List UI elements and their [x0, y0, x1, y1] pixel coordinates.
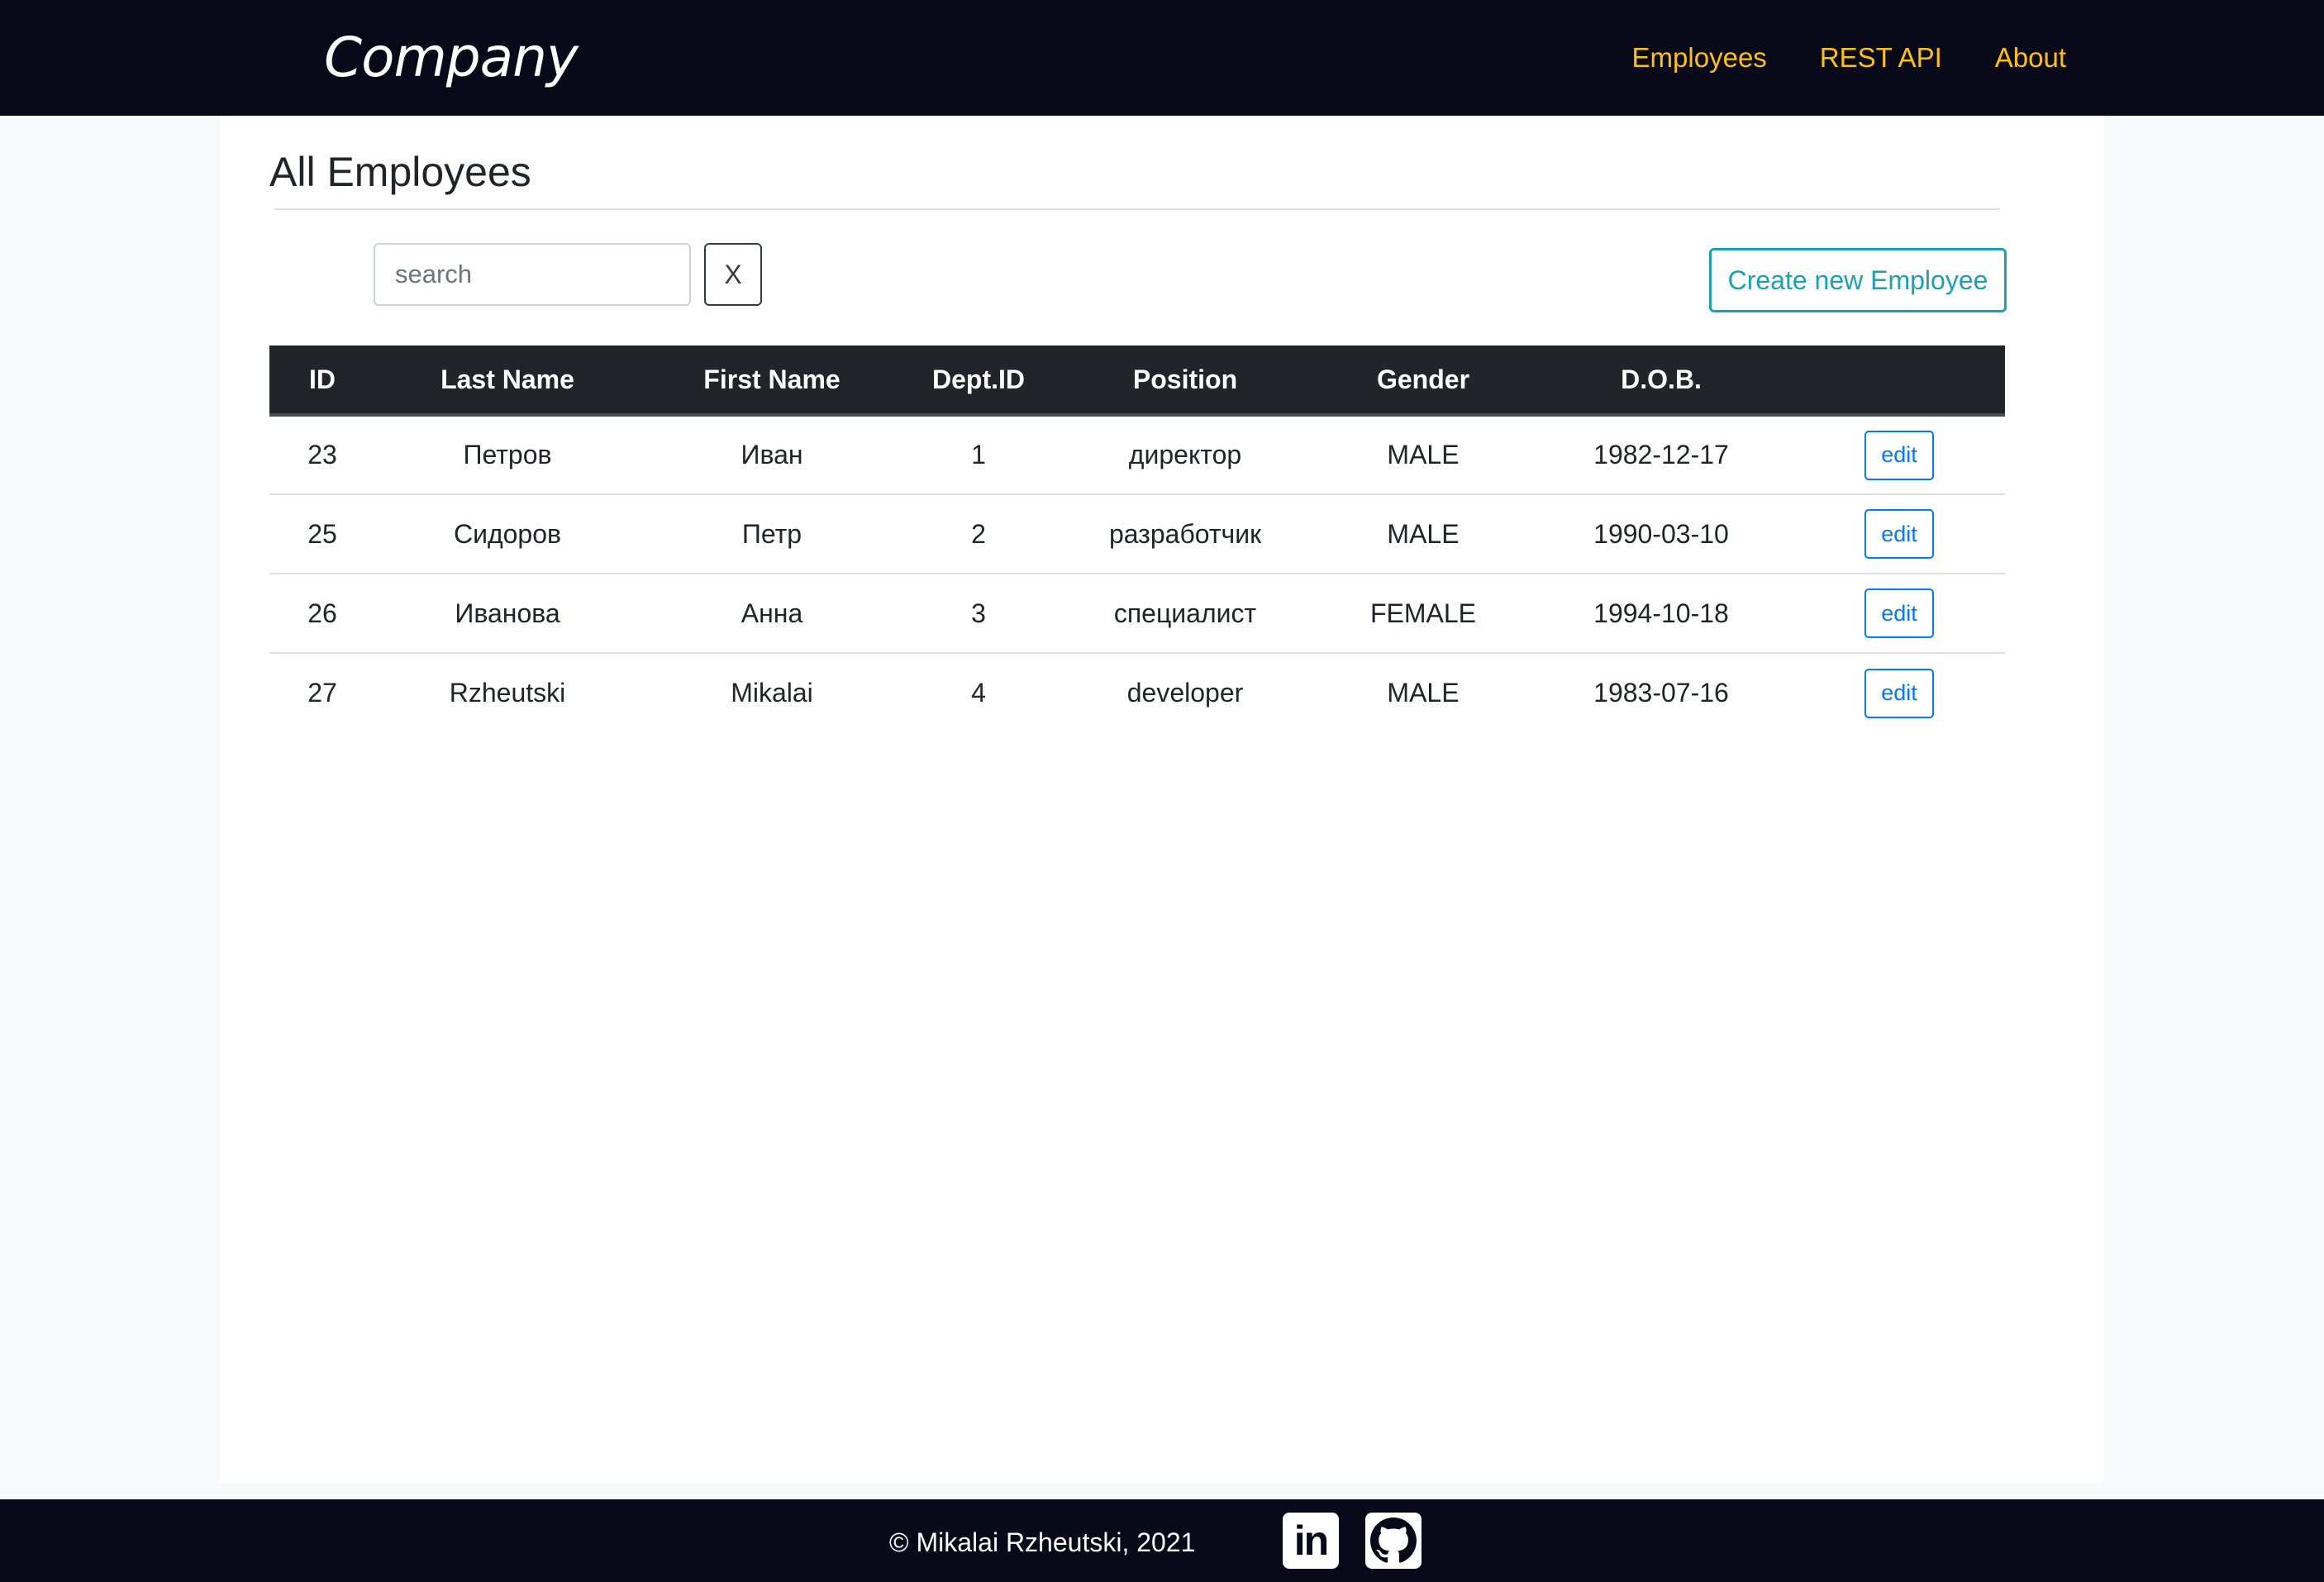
cell-position: разработчик: [1053, 494, 1317, 574]
cell-actions: edit: [1793, 494, 2005, 574]
cell-actions: edit: [1793, 574, 2005, 654]
edit-button[interactable]: edit: [1864, 668, 1934, 718]
table-row: 27 Rzheutski Mikalai 4 developer MALE 19…: [269, 653, 2005, 732]
cell-first-name: Mikalai: [731, 678, 813, 708]
title-divider: [274, 208, 2000, 210]
cell-first-name: Петр: [640, 494, 904, 574]
column-header-gender[interactable]: Gender: [1317, 345, 1529, 417]
cell-last-name: Иванова: [375, 574, 640, 654]
cell-last-name: Rzheutski: [449, 678, 566, 708]
cell-position: директор: [1053, 415, 1317, 495]
linkedin-icon[interactable]: in: [1283, 1513, 1339, 1569]
cell-id: 23: [269, 415, 375, 495]
linkedin-glyph: in: [1293, 1518, 1329, 1564]
cell-id: 27: [307, 678, 337, 708]
column-header-position[interactable]: Position: [1053, 345, 1317, 417]
brand-logo[interactable]: Company: [324, 25, 579, 91]
column-header-last-name[interactable]: Last Name: [375, 345, 640, 417]
column-header-first-name[interactable]: First Name: [640, 345, 904, 417]
page-footer: © Mikalai Rzheutski, 2021 in: [0, 1499, 2324, 1582]
cell-dept-id: 4: [971, 678, 986, 708]
column-header-dob[interactable]: D.O.B.: [1529, 345, 1793, 417]
column-header-id[interactable]: ID: [269, 345, 375, 417]
column-header-actions: [1793, 345, 2005, 417]
table-header-row: ID Last Name First Name Dept.ID Position…: [269, 345, 2005, 417]
github-glyph: [1370, 1518, 1417, 1563]
cell-dob: 1990-03-10: [1529, 494, 1793, 574]
cell-actions: edit: [1793, 653, 2005, 732]
edit-button[interactable]: edit: [1864, 509, 1934, 559]
cell-gender: FEMALE: [1317, 574, 1529, 654]
nav-link-rest-api[interactable]: REST API: [1820, 38, 1942, 78]
cell-gender: MALE: [1317, 494, 1529, 574]
cell-id: 25: [269, 494, 375, 574]
cell-first-name: Иван: [640, 415, 904, 495]
create-employee-button[interactable]: Create new Employee: [1709, 248, 2007, 312]
cell-last-name: Петров: [375, 415, 640, 495]
cell-gender: MALE: [1387, 678, 1460, 708]
nav-link-employees[interactable]: Employees: [1632, 38, 1767, 78]
column-header-dept-id[interactable]: Dept.ID: [904, 345, 1053, 417]
employees-table: ID Last Name First Name Dept.ID Position…: [269, 345, 2005, 732]
cell-dept-id: 2: [904, 494, 1053, 574]
cell-dob: 1983-07-16: [1593, 678, 1729, 708]
table-row: 23 Петров Иван 1 директор MALE 1982-12-1…: [269, 415, 2005, 495]
table-row: 26 Иванова Анна 3 специалист FEMALE 1994…: [269, 574, 2005, 654]
top-navbar: Company Employees REST API About: [0, 0, 2324, 116]
copyright-text: © Mikalai Rzheutski, 2021: [889, 1527, 1196, 1557]
table-row: 25 Сидоров Петр 2 разработчик MALE 1990-…: [269, 494, 2005, 574]
clear-search-button[interactable]: X: [704, 243, 762, 306]
cell-position: developer: [1126, 678, 1244, 708]
cell-last-name: Сидоров: [375, 494, 640, 574]
cell-id: 26: [269, 574, 375, 654]
cell-dob: 1982-12-17: [1529, 415, 1793, 495]
github-icon[interactable]: [1365, 1513, 1422, 1569]
cell-dob: 1994-10-18: [1529, 574, 1793, 654]
cell-gender: MALE: [1317, 415, 1529, 495]
edit-button[interactable]: edit: [1864, 430, 1934, 480]
cell-dept-id: 3: [904, 574, 1053, 654]
cell-position: специалист: [1053, 574, 1317, 654]
page-title: All Employees: [269, 149, 531, 195]
cell-actions: edit: [1793, 415, 2005, 495]
main-content: All Employees X Create new Employee ID L…: [220, 116, 2104, 1483]
nav-links: Employees REST API About: [1632, 38, 2066, 78]
nav-link-about[interactable]: About: [1995, 38, 2066, 78]
search-input[interactable]: [374, 243, 691, 306]
cell-first-name: Анна: [640, 574, 904, 654]
cell-dept-id: 1: [904, 415, 1053, 495]
edit-button[interactable]: edit: [1864, 588, 1934, 638]
